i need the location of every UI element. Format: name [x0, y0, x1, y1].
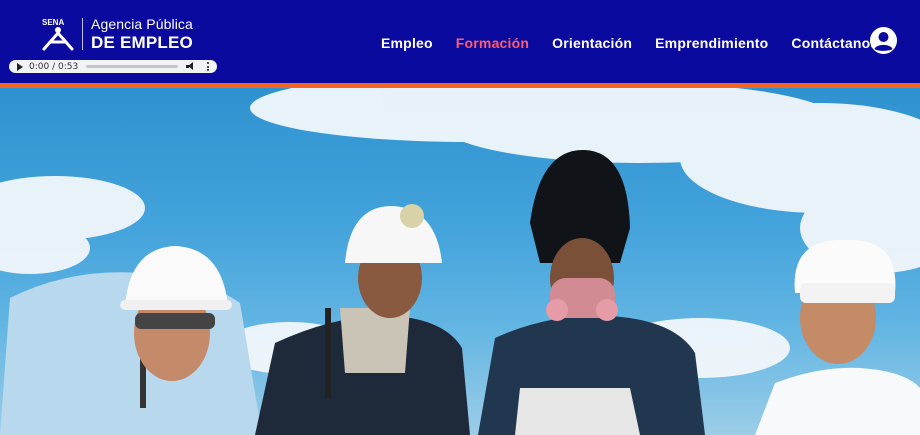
nav-item-contactanos[interactable]: Contáctanos: [791, 35, 878, 51]
nav-item-formacion[interactable]: Formación: [456, 35, 529, 51]
more-options-icon[interactable]: [206, 62, 209, 71]
logo-divider: [82, 18, 83, 50]
worker-engineer: [0, 246, 262, 435]
agency-name-line2: DE EMPLEO: [91, 33, 193, 52]
worker-welder: [478, 149, 705, 435]
hero-banner: [0, 88, 920, 435]
audio-seek-bar[interactable]: [86, 65, 178, 68]
agency-logo[interactable]: SENA Agencia Pública DE EMPLEO: [40, 14, 193, 54]
agency-name: Agencia Pública DE EMPLEO: [91, 17, 193, 51]
nav-item-orientacion[interactable]: Orientación: [552, 35, 632, 51]
hero-image: [0, 88, 920, 435]
agency-name-line1: Agencia Pública: [91, 16, 193, 32]
site-header: SENA Agencia Pública DE EMPLEO 0:00 / 0:…: [0, 0, 920, 85]
audio-player[interactable]: 0:00 / 0:53: [9, 60, 217, 73]
sena-logo-icon: SENA: [42, 18, 74, 51]
volume-icon[interactable]: [186, 62, 196, 71]
nav-item-empleo[interactable]: Empleo: [381, 35, 433, 51]
main-nav: Empleo Formación Orientación Emprendimie…: [381, 35, 901, 51]
worker-miner: [255, 204, 470, 435]
nav-item-emprendimiento[interactable]: Emprendimiento: [655, 35, 768, 51]
audio-time: 0:00 / 0:53: [29, 61, 79, 72]
play-icon[interactable]: [17, 62, 23, 71]
user-circle-icon[interactable]: [869, 26, 898, 55]
sena-brand-mark: SENA: [42, 18, 64, 27]
